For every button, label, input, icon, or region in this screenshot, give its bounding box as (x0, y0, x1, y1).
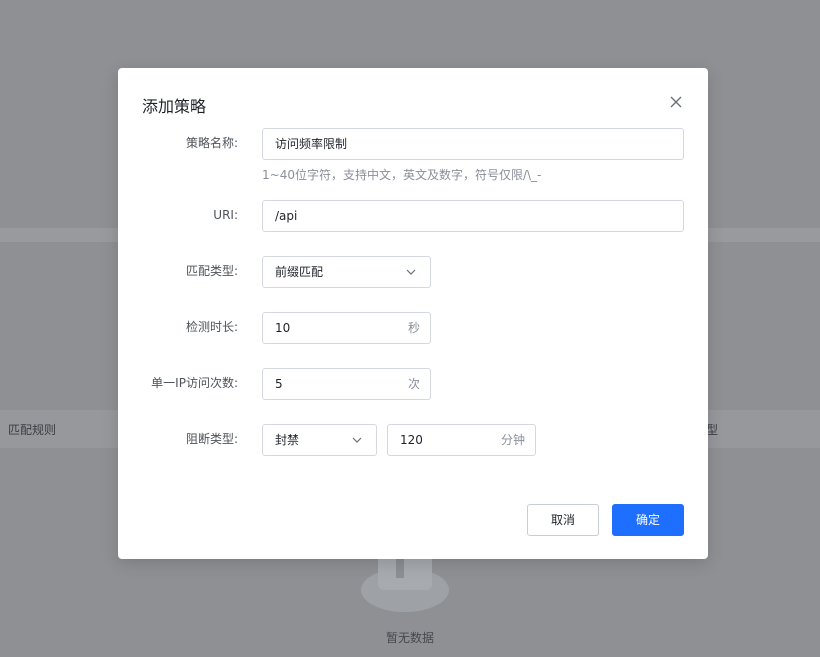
empty-data-text: 暂无数据 (385, 631, 434, 645)
table-header-match-rule: 匹配规则 (8, 423, 57, 437)
detection-duration-row: 检测时长: 10 秒 (118, 312, 708, 344)
policy-name-input[interactable]: 访问频率限制 (262, 128, 684, 160)
block-duration-unit: 分钟 (500, 433, 525, 447)
chevron-down-icon (352, 437, 362, 443)
policy-name-value: 访问频率限制 (275, 137, 348, 151)
policy-name-hint: 1~40位字符，支持中文，英文及数字，符号仅限/\_- (262, 168, 542, 182)
dialog-title: 添加策略 (142, 97, 207, 116)
detection-duration-value: 10 (275, 321, 291, 335)
uri-row: URI: /api (118, 200, 708, 232)
cancel-button[interactable]: 取消 (527, 504, 599, 536)
close-icon[interactable] (667, 93, 685, 111)
ip-visit-count-row: 单一IP访问次数: 5 次 (118, 368, 708, 400)
uri-value: /api (275, 209, 298, 223)
ip-visit-count-value: 5 (275, 377, 283, 391)
block-type-row: 阻断类型: 封禁 120 分钟 (118, 424, 708, 456)
uri-label: URI: (213, 208, 238, 222)
match-type-select[interactable]: 前缀匹配 (262, 256, 431, 288)
confirm-button[interactable]: 确定 (612, 504, 684, 536)
chevron-down-icon (406, 269, 416, 275)
match-type-label: 匹配类型: (185, 264, 238, 278)
block-duration-input[interactable]: 120 分钟 (387, 424, 536, 456)
block-duration-value: 120 (400, 433, 423, 447)
policy-name-label: 策略名称: (185, 136, 238, 150)
ip-visit-count-label: 单一IP访问次数: (151, 376, 238, 390)
detection-duration-unit: 秒 (407, 321, 420, 335)
policy-name-row: 策略名称: 访问频率限制 (118, 128, 708, 160)
detection-duration-input[interactable]: 10 秒 (262, 312, 431, 344)
add-policy-dialog: 添加策略 策略名称: 访问频率限制 1~40位字符，支持中文，英文及数字，符号仅… (118, 68, 708, 559)
detection-duration-label: 检测时长: (185, 320, 238, 334)
match-type-row: 匹配类型: 前缀匹配 (118, 256, 708, 288)
block-type-value: 封禁 (275, 433, 300, 447)
match-type-value: 前缀匹配 (275, 265, 324, 279)
block-type-select[interactable]: 封禁 (262, 424, 377, 456)
ip-visit-count-input[interactable]: 5 次 (262, 368, 431, 400)
ip-visit-count-unit: 次 (407, 377, 420, 391)
uri-input[interactable]: /api (262, 200, 684, 232)
block-type-label: 阻断类型: (185, 432, 238, 446)
